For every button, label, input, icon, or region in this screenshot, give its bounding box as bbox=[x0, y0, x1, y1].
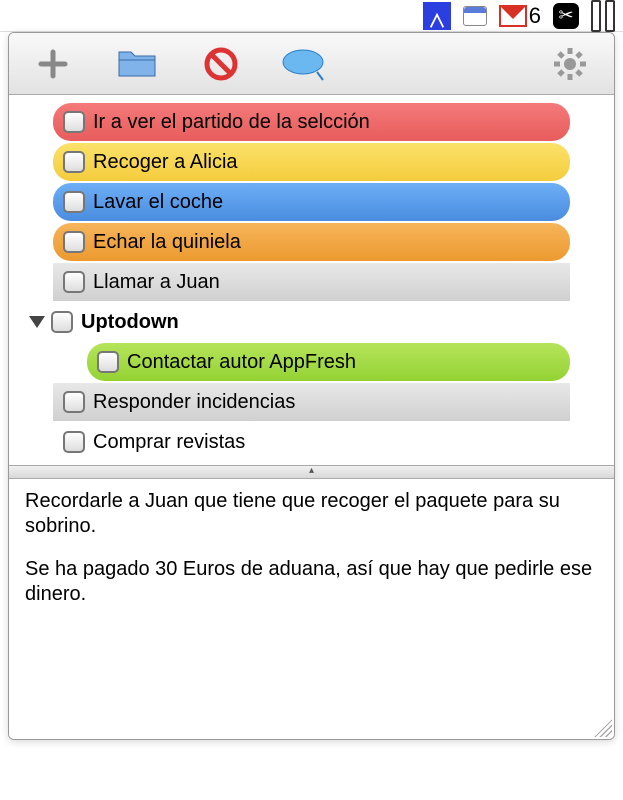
task-row[interactable]: Ir a ver el partido de la selcción bbox=[53, 103, 570, 141]
group-row[interactable]: Uptodown bbox=[9, 303, 570, 341]
gmail-status[interactable]: 6 bbox=[499, 3, 541, 29]
checkbox-icon[interactable] bbox=[63, 271, 85, 293]
calendar-icon[interactable] bbox=[463, 6, 487, 26]
task-row[interactable]: Echar la quiniela bbox=[53, 223, 570, 261]
checkbox-icon[interactable] bbox=[63, 231, 85, 253]
add-button[interactable] bbox=[29, 44, 77, 84]
splitter-handle[interactable]: ▴ bbox=[9, 465, 614, 479]
app-window: Ir a ver el partido de la selcción Recog… bbox=[8, 32, 615, 740]
task-row[interactable]: Recoger a Alicia bbox=[53, 143, 570, 181]
task-row[interactable]: Llamar a Juan bbox=[53, 263, 570, 301]
notes-paragraph: Se ha pagado 30 Euros de aduana, así que… bbox=[25, 557, 598, 607]
notes-paragraph: Recordarle a Juan que tiene que recoger … bbox=[25, 489, 598, 539]
menubar-app-icon[interactable] bbox=[423, 2, 451, 30]
gmail-icon bbox=[499, 5, 527, 27]
resize-grip-icon[interactable] bbox=[594, 719, 612, 737]
disclosure-triangle-icon[interactable] bbox=[29, 316, 45, 328]
checkbox-icon[interactable] bbox=[51, 311, 73, 333]
task-row[interactable]: Contactar autor AppFresh bbox=[87, 343, 570, 381]
task-list: Ir a ver el partido de la selcción Recog… bbox=[9, 95, 614, 465]
group-label: Uptodown bbox=[81, 311, 179, 334]
toolbar bbox=[9, 33, 614, 95]
menubar-bars-icon[interactable] bbox=[591, 0, 615, 32]
task-row[interactable]: Comprar revistas bbox=[53, 423, 570, 461]
gmail-count: 6 bbox=[529, 3, 541, 29]
checkbox-icon[interactable] bbox=[63, 391, 85, 413]
task-label: Lavar el coche bbox=[93, 191, 223, 214]
tag-button[interactable] bbox=[281, 44, 329, 84]
checkbox-icon[interactable] bbox=[97, 351, 119, 373]
checkbox-icon[interactable] bbox=[63, 191, 85, 213]
checkbox-icon[interactable] bbox=[63, 151, 85, 173]
task-label: Contactar autor AppFresh bbox=[127, 351, 356, 374]
system-menubar: 6 ✂ bbox=[0, 0, 623, 32]
checkbox-icon[interactable] bbox=[63, 111, 85, 133]
task-label: Responder incidencias bbox=[93, 391, 295, 414]
task-label: Comprar revistas bbox=[93, 431, 245, 454]
settings-button[interactable] bbox=[546, 44, 594, 84]
task-label: Recoger a Alicia bbox=[93, 151, 238, 174]
task-label: Ir a ver el partido de la selcción bbox=[93, 111, 370, 134]
checkbox-icon[interactable] bbox=[63, 431, 85, 453]
task-label: Echar la quiniela bbox=[93, 231, 241, 254]
cancel-button[interactable] bbox=[197, 44, 245, 84]
scissors-icon[interactable]: ✂ bbox=[553, 3, 579, 29]
task-row[interactable]: Responder incidencias bbox=[53, 383, 570, 421]
notes-pane[interactable]: Recordarle a Juan que tiene que recoger … bbox=[9, 479, 614, 739]
task-label: Llamar a Juan bbox=[93, 271, 220, 294]
folder-button[interactable] bbox=[113, 44, 161, 84]
task-row[interactable]: Lavar el coche bbox=[53, 183, 570, 221]
